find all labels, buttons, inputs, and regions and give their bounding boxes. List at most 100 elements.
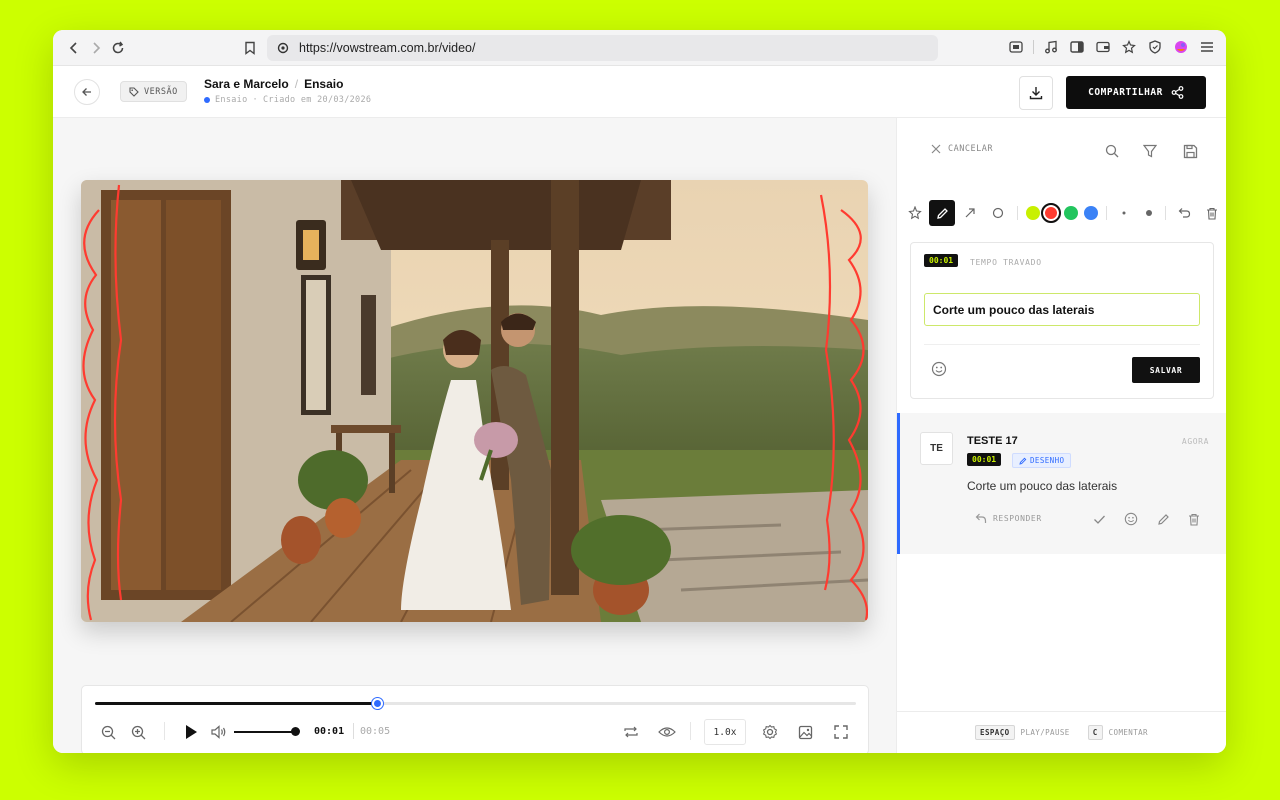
reaction-emoji-icon[interactable] [1122, 510, 1140, 528]
comment-timestamp[interactable]: 00:01 [967, 453, 1002, 466]
progress-bar[interactable] [95, 698, 856, 709]
progress-knob[interactable] [371, 698, 383, 709]
trash-icon[interactable] [1199, 200, 1225, 226]
profile-icon[interactable] [1172, 36, 1190, 58]
controls-divider [690, 722, 691, 740]
edit-pencil-icon[interactable] [1154, 510, 1172, 528]
toolbar-divider [1165, 206, 1166, 220]
visibility-eye-icon[interactable] [656, 721, 678, 743]
playback-speed-value: 1.0x [713, 726, 737, 738]
breadcrumb-separator: / [294, 77, 299, 91]
volume-icon[interactable] [209, 721, 231, 743]
color-swatch-red[interactable] [1041, 203, 1061, 223]
bookmark-icon[interactable] [239, 37, 261, 59]
save-label: SALVAR [1149, 365, 1183, 375]
color-swatch-lime[interactable] [1026, 206, 1040, 220]
volume-knob[interactable] [291, 727, 300, 736]
meta-separator: · [252, 95, 258, 105]
created-date: Criado em 20/03/2026 [262, 95, 372, 105]
drawing-badge[interactable]: DESENHO [1012, 453, 1072, 468]
emoji-icon[interactable] [931, 361, 947, 382]
extension-puzzle-icon[interactable] [1120, 36, 1138, 58]
brush-large-icon[interactable] [1136, 200, 1162, 226]
close-icon [931, 144, 941, 154]
shortcut-label-comment: COMENTAR [1108, 728, 1148, 737]
reader-mode-icon[interactable] [1007, 36, 1025, 58]
drawing-annotation-layer[interactable] [81, 180, 868, 622]
download-button[interactable] [1019, 76, 1053, 110]
shortcut-key-space: ESPAÇO [975, 725, 1015, 740]
zoom-out-icon[interactable] [97, 721, 119, 743]
loop-icon[interactable] [620, 721, 642, 743]
comment-item[interactable]: TE TESTE 17 AGORA 00:01 DESENHO Corte um… [897, 413, 1226, 554]
browser-toolbar: https://vowstream.com.br/video/ [53, 30, 1226, 66]
app-header: VERSÃO Sara e Marcelo / Ensaio Ensaio · … [53, 66, 1226, 118]
comment-composer: 00:01 TEMPO TRAVADO Corte um pouco das l… [910, 242, 1214, 399]
wallet-icon[interactable] [1094, 36, 1112, 58]
toolbar-divider [1017, 206, 1018, 220]
brush-small-icon[interactable] [1111, 200, 1137, 226]
pen-tool-icon[interactable] [929, 200, 955, 226]
back-button[interactable] [74, 79, 100, 105]
cancel-button[interactable]: CANCELAR [931, 144, 993, 154]
delete-trash-icon[interactable] [1185, 510, 1203, 528]
circle-tool-icon[interactable] [985, 200, 1011, 226]
shortcut-key-c: C [1087, 725, 1103, 740]
comment-author: TESTE 17 [967, 435, 1018, 447]
play-icon[interactable] [180, 721, 202, 743]
address-bar[interactable]: https://vowstream.com.br/video/ [267, 35, 938, 61]
search-icon[interactable] [1101, 140, 1123, 162]
menu-icon[interactable] [1198, 36, 1216, 58]
color-swatch-green[interactable] [1064, 206, 1078, 220]
snapshot-image-icon[interactable] [794, 721, 816, 743]
volume-slider[interactable] [234, 731, 296, 733]
save-floppy-icon[interactable] [1179, 140, 1201, 162]
undo-icon[interactable] [1171, 200, 1197, 226]
pointer-tool-icon[interactable] [902, 200, 928, 226]
breadcrumb-project[interactable]: Sara e Marcelo [204, 77, 289, 91]
reload-icon[interactable] [107, 37, 129, 59]
site-settings-icon[interactable] [277, 42, 289, 54]
download-icon [1029, 87, 1043, 100]
filter-icon[interactable] [1139, 140, 1161, 162]
share-label: COMPARTILHAR [1088, 87, 1163, 98]
time-divider [353, 723, 354, 739]
color-swatch-blue[interactable] [1084, 206, 1098, 220]
save-comment-button[interactable]: SALVAR [1132, 357, 1200, 383]
settings-gear-icon[interactable] [759, 721, 781, 743]
playback-speed-button[interactable]: 1.0x [704, 719, 746, 745]
version-button[interactable]: VERSÃO [120, 81, 187, 102]
avatar: TE [920, 432, 953, 465]
fullscreen-icon[interactable] [830, 721, 852, 743]
shortcut-label-play: PLAY/PAUSE [1020, 728, 1070, 737]
breadcrumb: Sara e Marcelo / Ensaio [204, 77, 343, 91]
composer-divider [924, 344, 1200, 345]
zoom-in-icon[interactable] [127, 721, 149, 743]
controls-divider [164, 722, 165, 740]
player-controls: 00:01 00:05 1.0x [81, 685, 869, 753]
share-icon [1171, 86, 1184, 99]
resolve-check-icon[interactable] [1090, 510, 1108, 528]
arrow-tool-icon[interactable] [957, 200, 983, 226]
share-button[interactable]: COMPARTILHAR [1066, 76, 1206, 109]
shield-icon[interactable] [1146, 36, 1164, 58]
composer-timestamp[interactable]: 00:01 [924, 254, 959, 267]
page-meta: Ensaio · Criado em 20/03/2026 [204, 95, 371, 105]
forward-nav-icon[interactable] [85, 37, 107, 59]
video-canvas[interactable] [81, 180, 868, 622]
sidebar-toggle-icon[interactable] [1068, 36, 1086, 58]
cancel-label: CANCELAR [948, 144, 993, 154]
breadcrumb-page: Ensaio [304, 77, 344, 91]
toolbar-divider [1033, 40, 1034, 54]
browser-window: https://vowstream.com.br/video/ VERSÃO S… [53, 30, 1226, 753]
music-icon[interactable] [1042, 36, 1060, 58]
browser-extensions [1007, 36, 1216, 58]
version-label: VERSÃO [144, 86, 178, 97]
back-nav-icon[interactable] [63, 37, 85, 59]
arrow-left-icon [82, 88, 91, 96]
drawing-toolbar [907, 200, 1217, 226]
reply-button[interactable]: RESPONDER [975, 513, 1042, 524]
progress-fill [95, 702, 377, 705]
comment-input[interactable]: Corte um pouco das laterais [924, 293, 1200, 326]
url-text: https://vowstream.com.br/video/ [299, 41, 476, 55]
